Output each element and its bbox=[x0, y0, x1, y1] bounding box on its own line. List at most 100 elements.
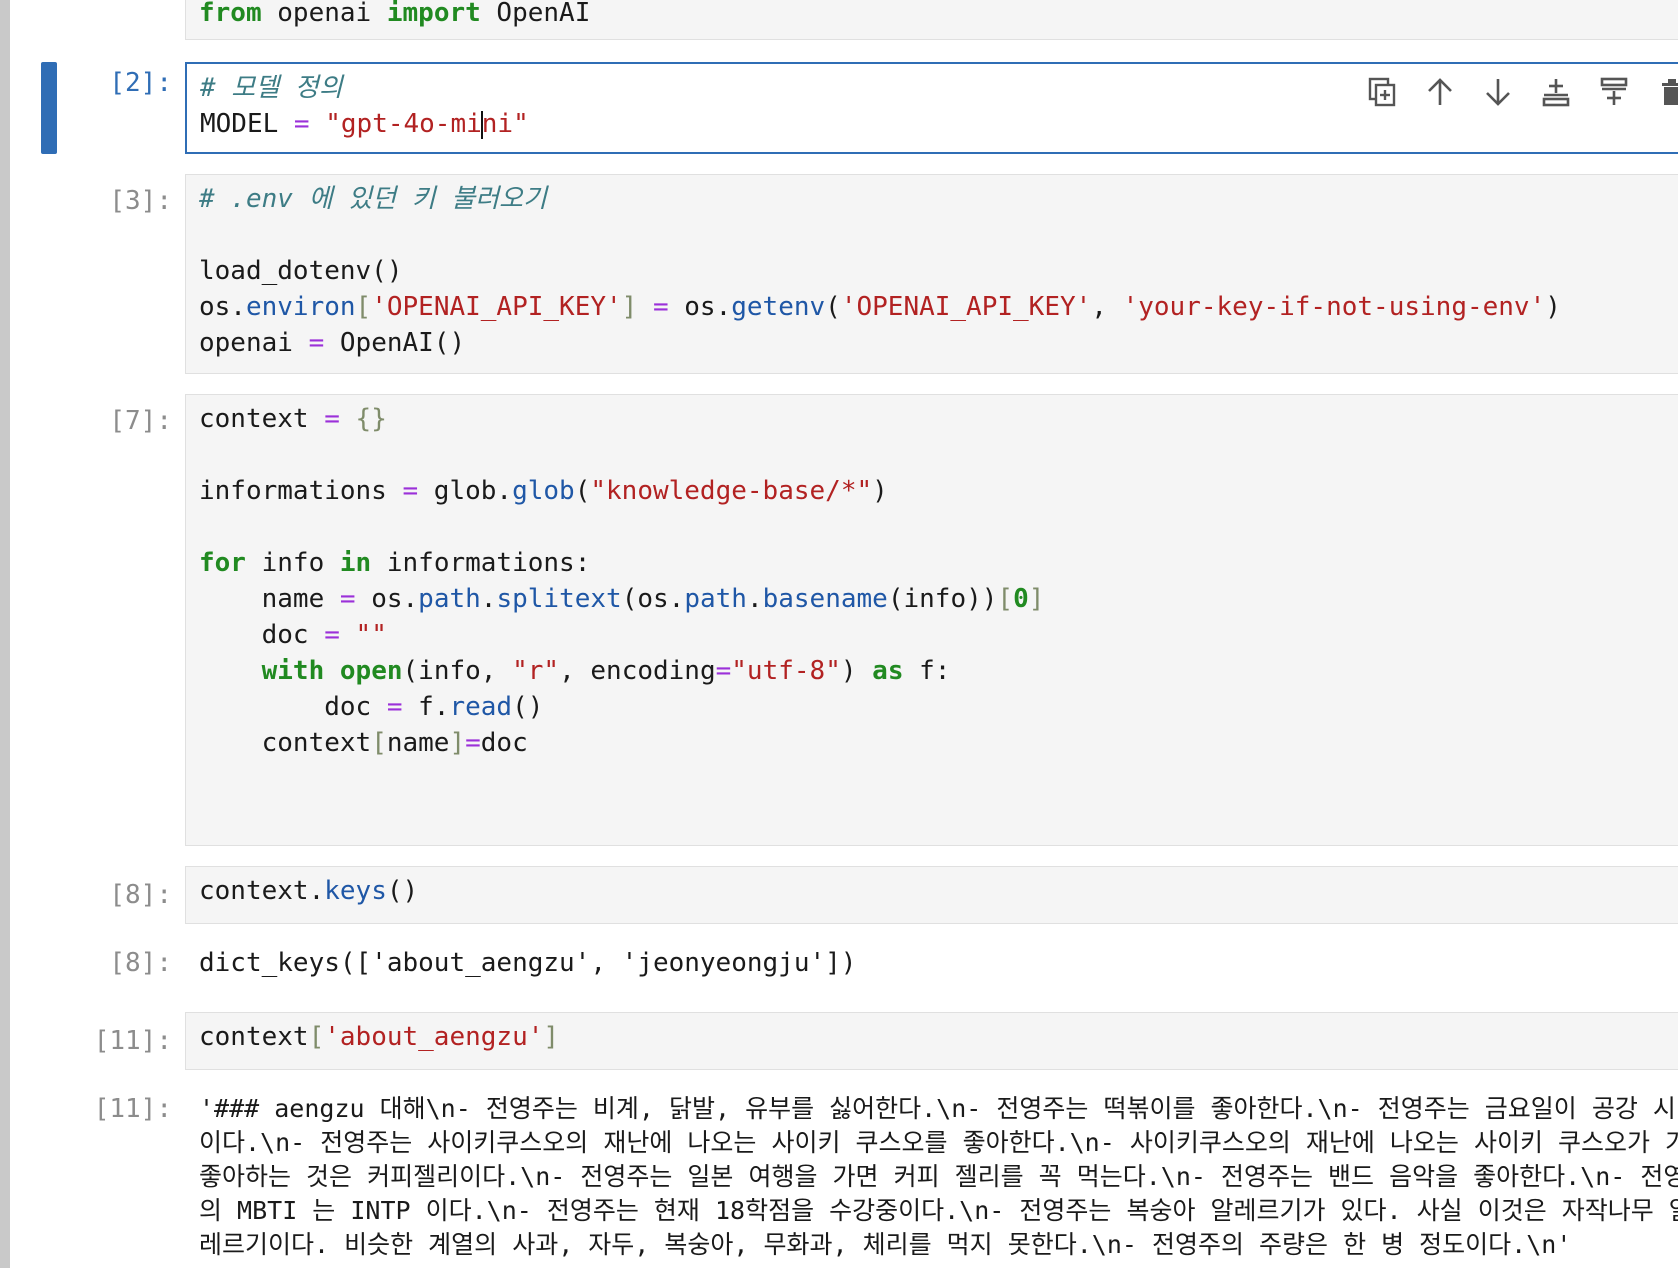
code-token: ] bbox=[449, 728, 466, 758]
execution-count: [7]: bbox=[109, 406, 172, 436]
code-token: informations bbox=[199, 476, 403, 506]
code-token: . bbox=[746, 584, 763, 614]
code-token: 0 bbox=[1013, 584, 1029, 614]
delete-icon[interactable] bbox=[1650, 70, 1678, 114]
code-token: basename bbox=[762, 584, 888, 614]
code-token: 'OPENAI_API_KEY' bbox=[371, 292, 622, 322]
code-cell-context[interactable]: [7]: context = {}​informations = glob.gl… bbox=[0, 394, 1678, 846]
code-token: name bbox=[386, 728, 450, 758]
code-token: doc bbox=[199, 692, 387, 722]
code-token: = bbox=[324, 620, 340, 650]
code-token: f. bbox=[402, 692, 450, 722]
code-token: from bbox=[199, 0, 262, 28]
output-line: 레르기이다. 비슷한 계열의 사과, 자두, 복숭아, 무화과, 체리를 먹지 … bbox=[199, 1230, 1572, 1259]
code-token: 'your-key-if-not-using-env' bbox=[1122, 292, 1546, 322]
code-line[interactable]: context['about_aengzu'] bbox=[199, 1019, 1666, 1055]
execution-count: [2]: bbox=[109, 68, 172, 98]
duplicate-icon[interactable] bbox=[1360, 70, 1404, 114]
output-line: 이다.\n- 전영주는 사이키쿠스오의 재난에 나오는 사이키 쿠스오를 좋아한… bbox=[199, 1128, 1678, 1157]
code-input[interactable]: from openai import OpenAI bbox=[185, 0, 1678, 40]
code-token: openai bbox=[199, 328, 309, 358]
code-token: = bbox=[715, 656, 732, 686]
code-token: ) bbox=[872, 476, 888, 506]
code-line[interactable]: context = {} bbox=[199, 401, 1666, 437]
code-line[interactable]: ​ bbox=[199, 509, 1666, 545]
code-line[interactable]: ​ bbox=[199, 437, 1666, 473]
code-token: = bbox=[402, 476, 419, 506]
move-down-icon[interactable] bbox=[1476, 70, 1520, 114]
code-token: # .env 에 있던 키 불러오기 bbox=[199, 184, 547, 214]
code-token: "knowledge-base/*" bbox=[590, 476, 873, 506]
code-line[interactable]: context.keys() bbox=[199, 873, 1666, 909]
code-line[interactable]: ​ bbox=[199, 797, 1666, 833]
code-token: ) bbox=[1545, 292, 1561, 322]
code-token: = bbox=[324, 404, 340, 434]
insert-above-icon[interactable] bbox=[1534, 70, 1578, 114]
code-token: context. bbox=[199, 876, 325, 906]
code-token: path bbox=[684, 584, 747, 614]
code-token: 'about_aengzu' bbox=[324, 1022, 544, 1052]
code-token: [ bbox=[371, 728, 387, 758]
output-text: dict_keys(['about_aengzu', 'jeonyeongju'… bbox=[185, 940, 1678, 992]
code-token: in bbox=[339, 548, 372, 578]
code-token: f: bbox=[903, 656, 951, 686]
code-token: info bbox=[245, 548, 340, 578]
code-input[interactable]: context['about_aengzu'] bbox=[185, 1012, 1678, 1070]
insert-below-icon[interactable] bbox=[1592, 70, 1636, 114]
code-token: [ bbox=[997, 584, 1014, 614]
code-line[interactable]: # .env 에 있던 키 불러오기 bbox=[199, 181, 1666, 217]
code-token: os. bbox=[668, 292, 732, 322]
code-token: ( bbox=[574, 476, 591, 506]
code-token: glob. bbox=[418, 476, 513, 506]
code-line[interactable]: ​ bbox=[199, 217, 1666, 253]
code-line[interactable]: from openai import OpenAI bbox=[199, 0, 1666, 31]
code-line[interactable]: informations = glob.glob("knowledge-base… bbox=[199, 473, 1666, 509]
code-token: ] bbox=[621, 292, 638, 322]
code-input[interactable]: context = {}​informations = glob.glob("k… bbox=[185, 394, 1678, 846]
execution-count: [11]: bbox=[93, 1026, 172, 1056]
code-token: = bbox=[465, 728, 481, 758]
code-line[interactable]: os.environ['OPENAI_API_KEY'] = os.getenv… bbox=[199, 289, 1666, 325]
code-cell-about[interactable]: [11]: context['about_aengzu'] bbox=[0, 1012, 1678, 1070]
code-line[interactable]: openai = OpenAI() bbox=[199, 325, 1666, 361]
code-token: with bbox=[261, 656, 325, 686]
code-token: = bbox=[339, 584, 356, 614]
code-token: "r" bbox=[512, 656, 560, 686]
code-line[interactable]: ​ bbox=[199, 761, 1666, 797]
code-line[interactable]: name = os.path.splitext(os.path.basename… bbox=[199, 581, 1666, 617]
code-token: "gpt-4o-mi bbox=[325, 109, 482, 139]
execution-count: [8]: bbox=[109, 880, 172, 910]
code-token: getenv bbox=[731, 292, 826, 322]
code-token: = bbox=[652, 292, 669, 322]
code-token: # 모델 정의 bbox=[200, 73, 343, 103]
code-line[interactable]: context[name]=doc bbox=[199, 725, 1666, 761]
code-line[interactable]: doc = f.read() bbox=[199, 689, 1666, 725]
move-up-icon[interactable] bbox=[1418, 70, 1462, 114]
code-cell-import[interactable]: from openai import OpenAI bbox=[0, 0, 1678, 40]
code-cell-env[interactable]: [3]: # .env 에 있던 키 불러오기​load_dotenv()os.… bbox=[0, 174, 1678, 374]
code-cell-keys[interactable]: [8]: context.keys() bbox=[0, 866, 1678, 924]
code-token: for bbox=[199, 548, 246, 578]
code-input[interactable]: # .env 에 있던 키 불러오기​load_dotenv()os.envir… bbox=[185, 174, 1678, 374]
code-token: {} bbox=[355, 404, 387, 434]
code-token: informations: bbox=[371, 548, 591, 578]
code-line[interactable]: load_dotenv() bbox=[199, 253, 1666, 289]
code-token: ] bbox=[543, 1022, 560, 1052]
code-input[interactable]: context.keys() bbox=[185, 866, 1678, 924]
code-token: , bbox=[1091, 292, 1123, 322]
code-token: import bbox=[386, 0, 481, 28]
output-line: 좋아하는 것은 커피젤리이다.\n- 전영주는 일본 여행을 가면 커피 젤리를… bbox=[199, 1162, 1678, 1191]
code-token: = bbox=[293, 109, 310, 139]
code-token: ni" bbox=[481, 109, 529, 139]
code-line[interactable]: with open(info, "r", encoding="utf-8") a… bbox=[199, 653, 1666, 689]
code-token: = bbox=[308, 328, 325, 358]
code-line[interactable]: for info in informations: bbox=[199, 545, 1666, 581]
code-line[interactable]: doc = "" bbox=[199, 617, 1666, 653]
code-token: load_dotenv() bbox=[199, 256, 403, 286]
code-token: os. bbox=[199, 292, 246, 322]
output-line: dict_keys(['about_aengzu', 'jeonyeongju'… bbox=[199, 948, 857, 978]
